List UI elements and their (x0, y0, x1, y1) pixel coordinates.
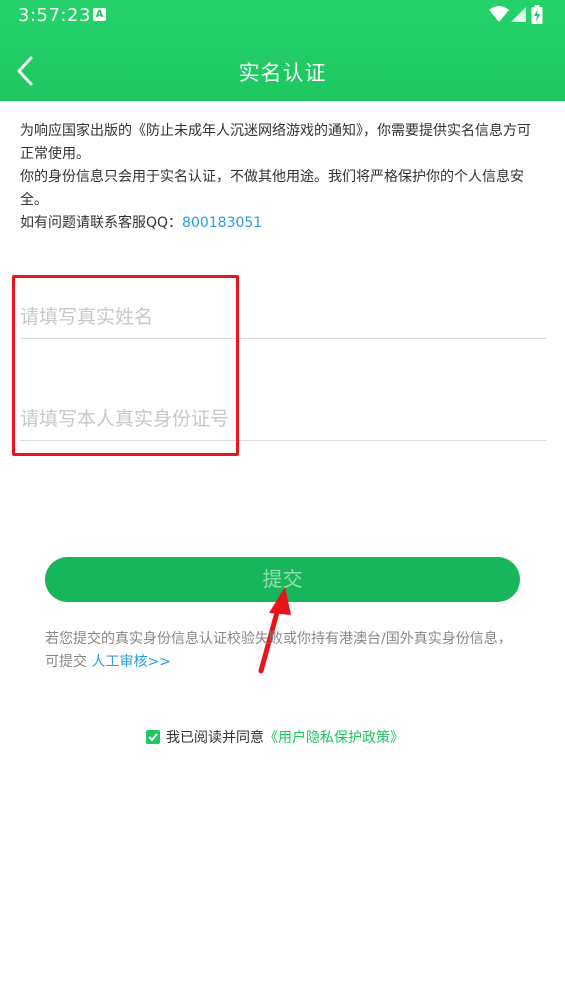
manual-review-note: 若您提交的真实身份信息认证校验失败或你持有港澳台/国外真实身份信息，可提交 人工… (45, 628, 525, 674)
notice-line-2: 你的身份信息只会用于实名认证，不做其他用途。我们将严格保护你的个人信息安全。 (20, 169, 524, 208)
privacy-policy-link[interactable]: 《用户隐私保护政策》 (264, 730, 404, 746)
agreement-text: 我已阅读并同意 (166, 730, 264, 746)
checkmark-icon (148, 733, 158, 742)
wifi-icon (489, 6, 509, 22)
page-title: 实名认证 (238, 61, 327, 85)
notice-text: 为响应国家出版的《防止未成年人沉迷网络游戏的通知》，你需要提供实名信息方可正常使… (20, 120, 540, 235)
status-bar: 3:57:23 A (0, 0, 565, 30)
agreement-checkbox[interactable] (146, 730, 160, 744)
status-icons (489, 5, 549, 25)
contact-prefix: 如有问题请联系客服QQ： (20, 215, 183, 231)
notification-a-icon: A (93, 8, 106, 21)
manual-review-link[interactable]: 人工审核>> (91, 654, 170, 670)
top-app-bar: 3:57:23 A 实名认证 (0, 0, 565, 101)
contact-line: 如有问题请联系客服QQ：800183051 (20, 212, 540, 235)
battery-charging-icon (531, 5, 543, 24)
qq-number-link[interactable]: 800183051 (182, 215, 262, 231)
notice-line-1: 为响应国家出版的《防止未成年人沉迷网络游戏的通知》，你需要提供实名信息方可正常使… (20, 123, 531, 162)
signal-icon (511, 7, 526, 22)
status-clock: 3:57:23 (18, 5, 91, 26)
red-highlight-box (12, 275, 239, 456)
privacy-agreement: 我已阅读并同意《用户隐私保护政策》 (146, 729, 404, 747)
